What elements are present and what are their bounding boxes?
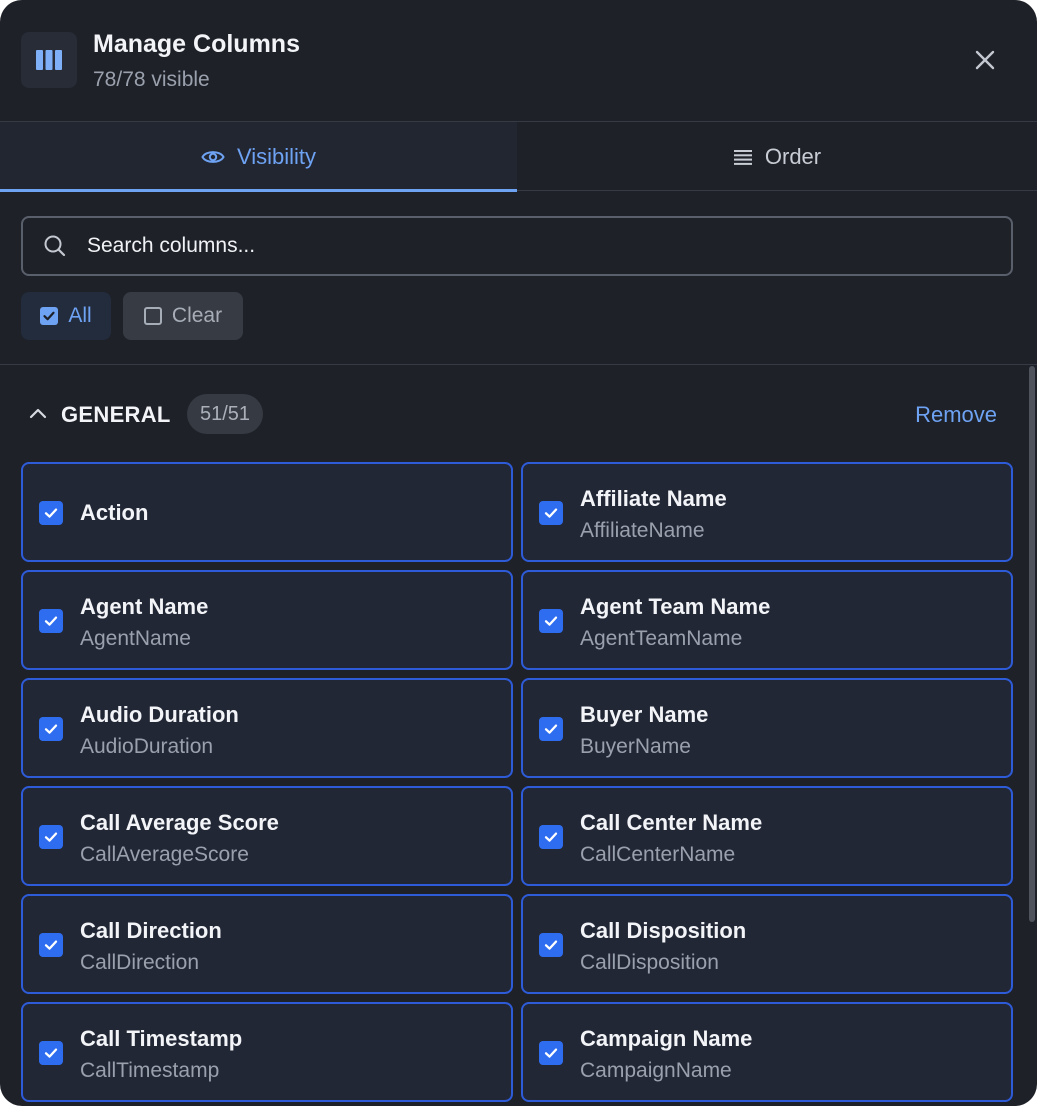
column-label: Campaign Name: [580, 1026, 753, 1051]
checkbox-checked[interactable]: [39, 1041, 63, 1065]
remove-group-button[interactable]: Remove: [915, 402, 997, 428]
column-key: AgentName: [80, 627, 191, 650]
column-key: BuyerName: [580, 735, 691, 758]
tab-order-label: Order: [764, 143, 822, 169]
checkbox-checked[interactable]: [539, 501, 563, 525]
search-icon: [43, 234, 67, 258]
checkmark-icon: [44, 1048, 58, 1058]
tab-order[interactable]: Order: [517, 122, 1037, 191]
column-label: Buyer Name: [580, 702, 709, 727]
column-key: CallCenterName: [580, 843, 736, 866]
column-key: CampaignName: [580, 1059, 732, 1082]
column-card[interactable]: Call Direction CallDirection: [21, 894, 513, 994]
column-label: Agent Name: [80, 594, 209, 619]
checkmark-icon: [44, 724, 58, 734]
column-label: Affiliate Name: [580, 486, 727, 511]
checkbox-checked[interactable]: [539, 1041, 563, 1065]
eye-icon: [201, 150, 225, 163]
column-label: Call Disposition: [580, 918, 747, 943]
tab-visibility[interactable]: Visibility: [0, 122, 517, 192]
close-button[interactable]: [966, 41, 1004, 79]
column-card[interactable]: Call Average Score CallAverageScore: [21, 786, 513, 886]
column-card[interactable]: Agent Name AgentName: [21, 570, 513, 670]
checkbox-checked[interactable]: [539, 825, 563, 849]
column-key: CallDirection: [80, 951, 200, 974]
empty-box-icon: [143, 307, 162, 325]
checkbox-checked[interactable]: [39, 717, 63, 741]
column-card[interactable]: Campaign Name CampaignName: [521, 1002, 1013, 1102]
column-label: Call Center Name: [580, 810, 763, 835]
checkmark-icon: [544, 616, 558, 626]
scroll-thumb[interactable]: [1029, 366, 1035, 922]
checkbox-checked[interactable]: [39, 501, 63, 525]
checkmark-icon: [544, 832, 558, 842]
column-card[interactable]: Agent Team Name AgentTeamName: [521, 570, 1013, 670]
visible-count: 78/78 visible: [93, 68, 210, 91]
search-box: [21, 216, 1013, 276]
clear-label: Clear: [171, 304, 223, 327]
group-header-general: GENERAL 51/51 Remove: [21, 392, 1001, 436]
checkbox-checked[interactable]: [39, 825, 63, 849]
column-card[interactable]: Affiliate Name AffiliateName: [521, 462, 1013, 562]
column-key: CallTimestamp: [80, 1059, 220, 1082]
column-key: CallDisposition: [580, 951, 719, 974]
divider: [0, 364, 1037, 365]
panel-header: Manage Columns 78/78 visible: [0, 0, 1037, 121]
checkmark-icon: [44, 508, 58, 518]
group-count-badge: 51/51: [187, 394, 263, 434]
checkmark-icon: [44, 832, 58, 842]
column-card[interactable]: Action: [21, 462, 513, 562]
column-card[interactable]: Call Disposition CallDisposition: [521, 894, 1013, 994]
columns-icon: [21, 32, 77, 88]
checkbox-checked[interactable]: [539, 717, 563, 741]
select-all-button[interactable]: All: [21, 292, 111, 340]
column-label: Agent Team Name: [580, 594, 771, 619]
column-key: AgentTeamName: [580, 627, 743, 650]
group-name: GENERAL: [61, 402, 171, 427]
search-input[interactable]: [87, 234, 947, 258]
manage-columns-panel: Manage Columns 78/78 visible Visibility …: [0, 0, 1037, 1106]
checkmark-icon: [544, 940, 558, 950]
column-label: Action: [80, 500, 149, 525]
close-icon: [975, 50, 995, 70]
checkmark-icon: [544, 1048, 558, 1058]
column-label: Call Direction: [80, 918, 222, 943]
scrollbar[interactable]: [1029, 366, 1037, 1106]
checkmark-icon: [544, 724, 558, 734]
column-key: AffiliateName: [580, 519, 705, 542]
checkbox-checked[interactable]: [539, 933, 563, 957]
column-card[interactable]: Call Timestamp CallTimestamp: [21, 1002, 513, 1102]
checkbox-checked[interactable]: [39, 609, 63, 633]
column-key: AudioDuration: [80, 735, 214, 758]
tab-visibility-label: Visibility: [236, 143, 317, 169]
column-label: Call Timestamp: [80, 1026, 243, 1051]
list-icon: [733, 149, 752, 165]
select-all-label: All: [68, 304, 92, 327]
clear-button[interactable]: Clear: [123, 292, 243, 340]
checkmark-icon: [544, 508, 558, 518]
panel-title: Manage Columns: [93, 30, 300, 58]
column-label: Call Average Score: [80, 810, 279, 835]
column-label: Audio Duration: [80, 702, 239, 727]
tab-bar: Visibility Order: [0, 121, 1037, 192]
column-card[interactable]: Buyer Name BuyerName: [521, 678, 1013, 778]
checked-box-icon: [40, 307, 59, 325]
checkmark-icon: [44, 940, 58, 950]
chevron-up-icon[interactable]: [29, 404, 47, 422]
column-key: CallAverageScore: [80, 843, 249, 866]
column-card[interactable]: Call Center Name CallCenterName: [521, 786, 1013, 886]
checkbox-checked[interactable]: [39, 933, 63, 957]
checkbox-checked[interactable]: [539, 609, 563, 633]
column-card[interactable]: Audio Duration AudioDuration: [21, 678, 513, 778]
checkmark-icon: [44, 616, 58, 626]
